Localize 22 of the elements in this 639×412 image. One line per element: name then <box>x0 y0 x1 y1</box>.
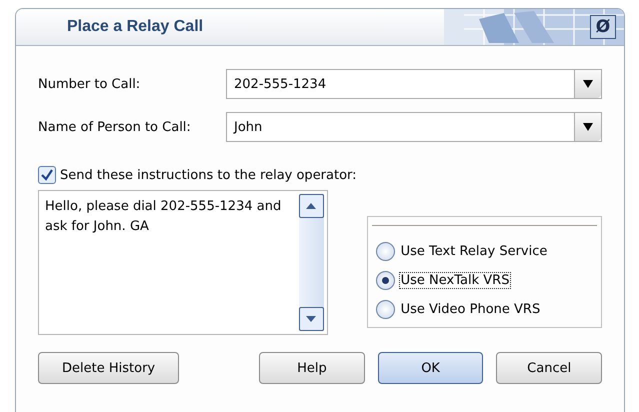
window-title: Place a Relay Call <box>67 18 204 36</box>
combo-box[interactable]: John <box>226 112 602 142</box>
radio-button[interactable] <box>376 271 395 290</box>
dialog-button[interactable]: Help <box>259 352 365 384</box>
radio-button[interactable] <box>376 300 395 319</box>
dialog-button[interactable]: Delete History <box>38 352 180 384</box>
close-button[interactable]: Ø <box>590 15 616 39</box>
instructions-text-area[interactable]: Hello, please dial 202-555-1234 and ask for John. GA <box>38 190 328 335</box>
radio-label: Use Video Phone VRS <box>400 301 542 318</box>
scroll-down-icon[interactable] <box>298 307 324 331</box>
checkbox-label: Send these instructions to the relay operator: <box>60 168 357 182</box>
radio-label: Use NexTalk VRS <box>398 272 512 289</box>
scroll-up-icon[interactable] <box>298 194 324 218</box>
dialog-button[interactable]: Cancel <box>496 352 602 384</box>
dialog-button[interactable]: OK <box>378 352 484 384</box>
radio-button[interactable] <box>376 242 395 261</box>
scroll-bar[interactable] <box>298 194 324 331</box>
radio-label: Use Text Relay Service <box>400 243 548 260</box>
field-label: Number to Call: <box>38 76 142 92</box>
combo-box[interactable]: 202-555-1234 <box>226 69 602 99</box>
checkbox[interactable] <box>38 166 56 184</box>
field-label: Name of Person to Call: <box>38 120 192 134</box>
